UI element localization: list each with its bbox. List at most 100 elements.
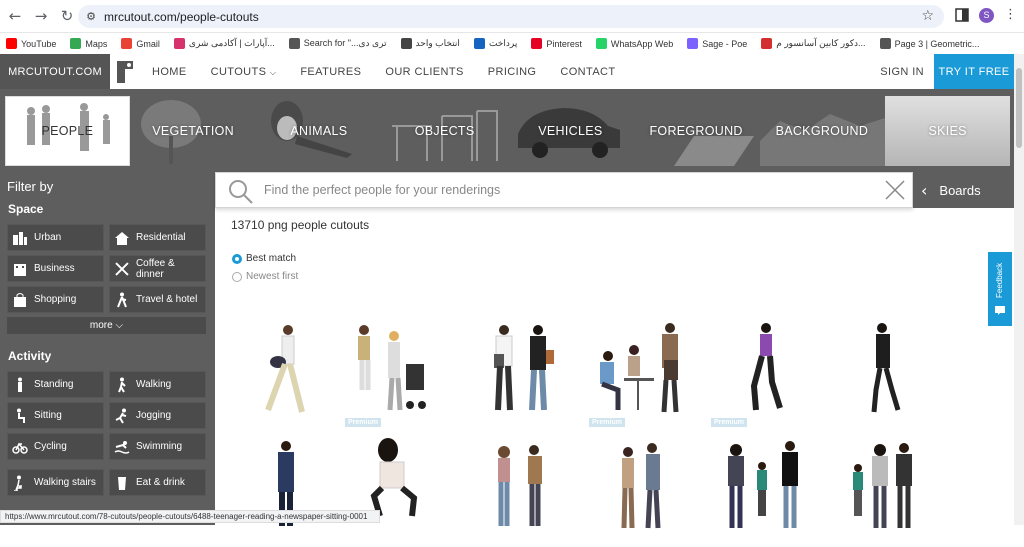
bookmark-favicon-icon xyxy=(761,38,772,49)
category-vehicles[interactable]: VEHICLES xyxy=(508,96,633,166)
filter-sitting[interactable]: Sitting xyxy=(7,402,104,429)
nav-cutouts[interactable]: CUTOUTS ⌵ xyxy=(211,66,277,78)
search-bar: Find the perfect people for your renderi… xyxy=(215,172,913,208)
category-animals[interactable]: ANIMALS xyxy=(257,96,382,166)
result-card[interactable] xyxy=(344,436,460,542)
bookmark-item[interactable]: پرداخت xyxy=(474,38,517,49)
filter-residential[interactable]: Residential xyxy=(109,224,206,251)
address-bar[interactable]: ⚙ mrcutout.com/people-cutouts ☆ xyxy=(78,5,944,28)
try-free-button[interactable]: TRY IT FREE xyxy=(934,54,1014,89)
bookmark-label: دکور کابین آسانسور م... xyxy=(776,38,865,49)
sign-in-link[interactable]: SIGN IN xyxy=(880,66,924,78)
bookmark-item[interactable]: انتخاب واحد xyxy=(401,38,460,49)
nav-home[interactable]: HOME xyxy=(152,66,187,78)
page-scrollbar[interactable] xyxy=(1014,54,1024,525)
filter-swimming[interactable]: Swimming xyxy=(109,433,206,460)
boards-button[interactable]: ‹Boards xyxy=(913,172,1014,208)
filter-standing[interactable]: Standing xyxy=(7,371,104,398)
radio-selected[interactable] xyxy=(232,254,242,264)
bookmark-label: Gmail xyxy=(136,39,160,49)
more-filters-button[interactable]: more ⌵ xyxy=(7,317,206,334)
filter-eat-drink[interactable]: Eat & drink xyxy=(109,469,206,496)
bookmark-item[interactable]: Pinterest xyxy=(531,38,582,49)
back-icon[interactable]: ← xyxy=(2,7,28,25)
scrollbar-thumb[interactable] xyxy=(1016,68,1022,148)
chat-icon xyxy=(995,306,1005,315)
cutlery-icon xyxy=(114,261,130,277)
nav-pricing[interactable]: PRICING xyxy=(488,66,537,78)
business-couple-thumbnail xyxy=(466,320,582,426)
filter-travel-hotel-label: Travel & hotel xyxy=(136,294,197,305)
bookmark-item[interactable]: Page 3 | Geometric... xyxy=(880,38,980,49)
bookmark-item[interactable]: Gmail xyxy=(121,38,160,49)
category-background[interactable]: BACKGROUND xyxy=(760,96,885,166)
menu-kebab-icon[interactable]: ⋮ xyxy=(1004,7,1017,22)
category-foreground[interactable]: FOREGROUND xyxy=(634,96,759,166)
site-logo[interactable]: MRCUTOUT.COM xyxy=(0,54,110,89)
result-card[interactable]: Premium xyxy=(344,320,460,426)
premium-badge: Premium xyxy=(711,418,747,427)
site-info-icon[interactable]: ⚙ xyxy=(78,10,104,23)
filter-business[interactable]: Business xyxy=(7,255,104,282)
forward-icon[interactable]: → xyxy=(28,7,54,25)
filter-jogging[interactable]: Jogging xyxy=(109,402,206,429)
filter-shopping[interactable]: Shopping xyxy=(7,286,104,313)
logo-mark-icon[interactable] xyxy=(110,54,140,89)
man-standing-thumbnail xyxy=(232,436,348,542)
nav-our-clients[interactable]: OUR CLIENTS xyxy=(385,66,463,78)
bookmark-label: پرداخت xyxy=(489,38,517,49)
bookmark-item[interactable]: دکور کابین آسانسور م... xyxy=(761,38,865,49)
filter-walking[interactable]: Walking xyxy=(109,371,206,398)
clear-search-icon[interactable] xyxy=(884,179,906,201)
chevron-down-icon: ⌵ xyxy=(270,68,276,77)
filter-coffee-dinner[interactable]: Coffee & dinner xyxy=(109,255,206,282)
activity-filters: Standing Walking Sitting Jogging Cycling… xyxy=(7,371,208,496)
feedback-tab[interactable]: Feedback xyxy=(988,252,1012,326)
bookmark-item[interactable]: Search for "...ترى دى xyxy=(289,38,387,49)
bicycle-icon xyxy=(12,439,28,455)
filter-walking-stairs[interactable]: Walking stairs xyxy=(7,469,104,496)
result-card[interactable] xyxy=(466,436,582,542)
bookmark-item[interactable]: WhatsApp Web xyxy=(596,38,673,49)
filter-travel-hotel[interactable]: Travel & hotel xyxy=(109,286,206,313)
result-card[interactable] xyxy=(232,320,348,426)
result-card[interactable] xyxy=(710,436,826,542)
bookmark-star-icon[interactable]: ☆ xyxy=(921,8,934,24)
category-skies[interactable]: SKIES xyxy=(885,96,1010,166)
result-card[interactable]: Premium xyxy=(588,320,704,426)
bookmark-item[interactable]: آپارات | آکادمی شری... xyxy=(174,38,275,49)
result-card[interactable] xyxy=(832,320,948,426)
result-card[interactable] xyxy=(232,436,348,542)
bookmark-item[interactable]: Maps xyxy=(70,38,107,49)
category-vegetation-label: VEGETATION xyxy=(152,124,234,138)
reload-icon[interactable]: ↻ xyxy=(54,7,80,25)
profile-avatar[interactable]: S xyxy=(979,8,994,23)
search-icon[interactable] xyxy=(228,179,254,205)
search-input[interactable]: Find the perfect people for your renderi… xyxy=(264,183,500,197)
filter-cycling[interactable]: Cycling xyxy=(7,433,104,460)
radio-unselected[interactable] xyxy=(232,272,242,282)
nav-contact[interactable]: CONTACT xyxy=(560,66,615,78)
nav-features[interactable]: FEATURES xyxy=(300,66,361,78)
sort-newest-first[interactable]: Newest first xyxy=(232,271,298,282)
site-header: MRCUTOUT.COM HOME CUTOUTS ⌵ FEATURES OUR… xyxy=(0,54,1024,89)
side-panel-icon[interactable] xyxy=(955,8,969,22)
category-objects[interactable]: OBJECTS xyxy=(382,96,507,166)
result-card[interactable] xyxy=(832,436,948,542)
sort-best-match[interactable]: Best match xyxy=(232,253,296,264)
swimmer-icon xyxy=(114,439,130,455)
chevron-left-icon: ‹ xyxy=(921,181,927,200)
bookmark-item[interactable]: YouTube xyxy=(6,38,56,49)
filter-sitting-label: Sitting xyxy=(34,410,62,421)
stairs-person-icon xyxy=(12,475,28,491)
bookmark-item[interactable]: Sage - Poe xyxy=(687,38,747,49)
bookmark-label: Search for "...ترى دى xyxy=(304,38,387,49)
category-vegetation[interactable]: VEGETATION xyxy=(131,96,256,166)
sitting-person-icon xyxy=(12,408,28,424)
category-people[interactable]: PEOPLE xyxy=(5,96,130,166)
result-card[interactable] xyxy=(466,320,582,426)
result-card[interactable]: Premium xyxy=(710,320,826,426)
house-icon xyxy=(114,230,130,246)
result-card[interactable] xyxy=(588,436,704,542)
filter-urban[interactable]: Urban xyxy=(7,224,104,251)
